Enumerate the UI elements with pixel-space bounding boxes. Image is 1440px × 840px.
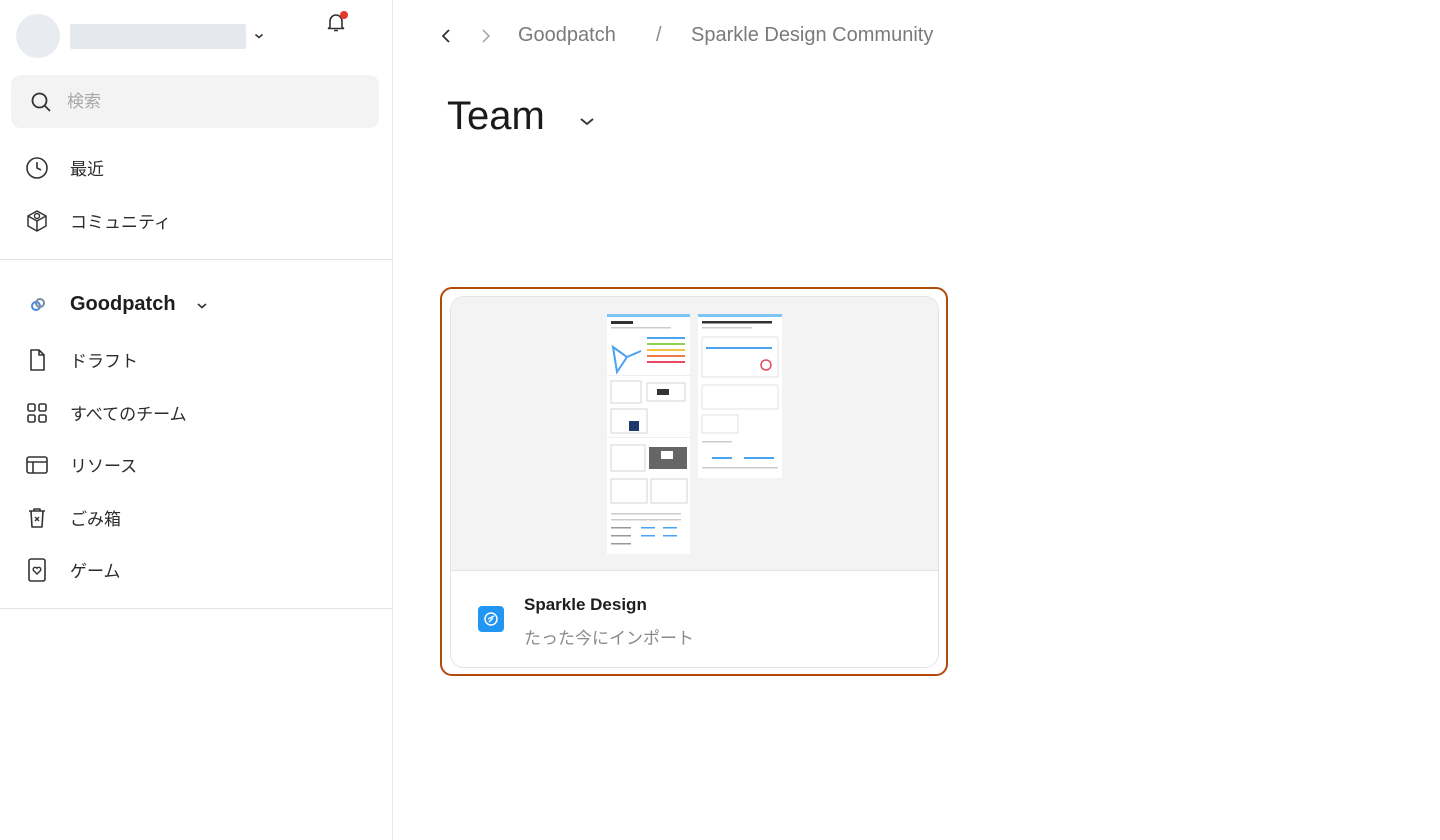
game-icon	[24, 557, 50, 583]
chevron-down-icon[interactable]	[252, 26, 266, 46]
grid-icon	[24, 400, 50, 426]
file-subtitle: たった今にインポート	[524, 629, 694, 649]
team-name: Goodpatch	[70, 293, 176, 315]
trash-icon	[24, 505, 50, 531]
sidebar-item-resources[interactable]: リソース	[0, 442, 392, 486]
sidebar-item-recent[interactable]: 最近	[0, 145, 392, 189]
sidebar: 最近 コミュニティ Goodpatch ドラフト すべてのチーム リソース	[0, 0, 393, 840]
page-title: Team	[447, 94, 545, 138]
sidebar-item-community[interactable]: コミュニティ	[0, 198, 392, 242]
back-arrow-icon[interactable]	[434, 24, 458, 48]
sidebar-item-label: ゲーム	[70, 561, 121, 582]
goodpatch-logo-icon	[28, 295, 48, 315]
file-card-footer: Sparkle Design たった今にインポート	[451, 572, 938, 667]
sidebar-item-label: ごみ箱	[70, 509, 121, 530]
sidebar-item-drafts[interactable]: ドラフト	[0, 337, 392, 381]
community-icon	[24, 208, 50, 234]
sparkle-file-icon	[478, 606, 504, 632]
notification-badge	[340, 11, 348, 19]
search-box[interactable]	[11, 75, 379, 128]
sidebar-item-games[interactable]: ゲーム	[0, 547, 392, 591]
file-name: Sparkle Design	[524, 595, 647, 614]
sidebar-item-label: コミュニティ	[70, 212, 171, 233]
search-input[interactable]	[67, 89, 357, 114]
avatar[interactable]	[16, 14, 60, 58]
file-icon	[24, 347, 50, 373]
breadcrumb-item-team[interactable]: Goodpatch	[518, 24, 616, 47]
sidebar-divider	[0, 608, 392, 609]
breadcrumb-item-project[interactable]: Sparkle Design Community	[691, 24, 933, 47]
sidebar-item-all-teams[interactable]: すべてのチーム	[0, 390, 392, 434]
account-switcher[interactable]	[16, 14, 376, 58]
sidebar-item-label: ドラフト	[70, 351, 138, 372]
sidebar-divider	[0, 259, 392, 260]
file-card[interactable]: Sparkle Design たった今にインポート	[450, 296, 939, 668]
chevron-down-icon[interactable]	[576, 110, 598, 132]
file-thumbnail	[451, 297, 938, 571]
sidebar-item-label: リソース	[70, 456, 138, 477]
team-switcher[interactable]: Goodpatch	[0, 283, 392, 327]
sidebar-item-label: すべてのチーム	[70, 404, 187, 425]
sidebar-item-label: 最近	[70, 159, 104, 180]
account-name[interactable]	[70, 24, 246, 49]
layout-icon	[24, 452, 50, 478]
search-icon	[29, 90, 53, 114]
sidebar-item-trash[interactable]: ごみ箱	[0, 495, 392, 539]
chevron-down-icon[interactable]	[195, 296, 209, 314]
breadcrumb: Goodpatch / Sparkle Design Community	[430, 18, 1130, 58]
breadcrumb-separator: /	[656, 24, 662, 46]
clock-icon	[24, 155, 50, 181]
thumbnail-page	[607, 314, 690, 554]
thumbnail-page	[698, 314, 782, 478]
forward-arrow-icon[interactable]	[474, 24, 498, 48]
